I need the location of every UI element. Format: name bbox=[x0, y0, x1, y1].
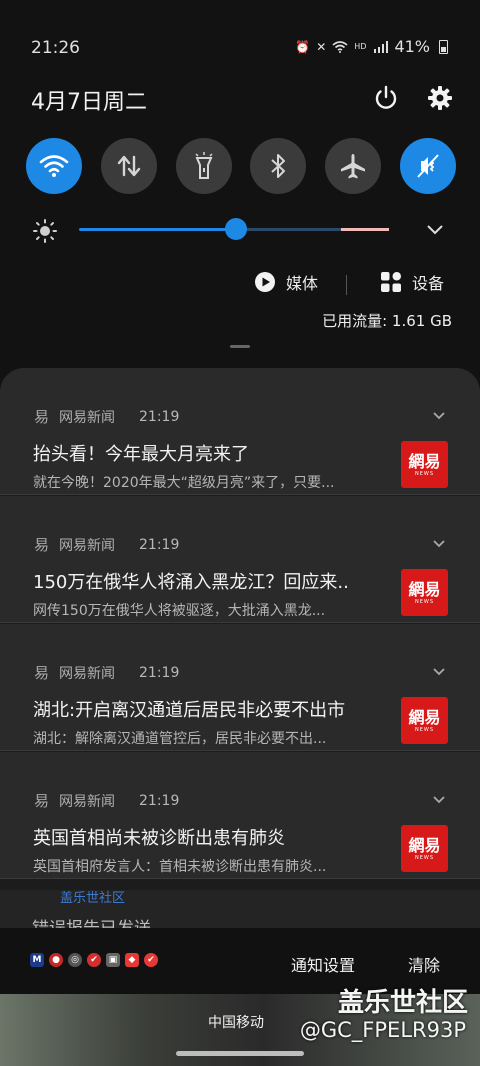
bluetooth-icon bbox=[271, 154, 286, 178]
play-icon bbox=[255, 272, 275, 292]
notification-time: 21:19 bbox=[139, 408, 180, 425]
notification-header: 易 网易新闻 21:19 bbox=[34, 534, 179, 555]
devices-button[interactable]: 设备 bbox=[380, 270, 444, 294]
netease-app-icon: 易 bbox=[34, 408, 50, 426]
notification-panel: 易 网易新闻 21:19 抬头看！今年最大月亮来了 就在今晚！2020年最大“超… bbox=[0, 368, 480, 928]
brightness-track bbox=[237, 228, 347, 231]
divider bbox=[346, 275, 347, 295]
chevron-down-icon[interactable] bbox=[426, 223, 444, 235]
qs-bluetooth-button[interactable] bbox=[250, 138, 307, 194]
notification-body: 网传150万在俄华人将被驱逐，大批涌入黑龙... bbox=[33, 603, 326, 619]
media-button[interactable]: 媒体 bbox=[254, 270, 318, 294]
netease-news-thumbnail: 網易 NEWS bbox=[401, 441, 448, 488]
notification-settings-button[interactable]: 通知设置 bbox=[291, 952, 355, 976]
alarm-icon: ⏰ bbox=[295, 39, 311, 54]
brightness-fill bbox=[79, 228, 237, 231]
stacked-notification-peek[interactable]: 盖乐世社区 错误报告已发送 bbox=[0, 890, 480, 928]
qs-flashlight-button[interactable] bbox=[175, 138, 232, 194]
brightness-thumb[interactable] bbox=[225, 218, 247, 240]
notification-header: 易 网易新闻 21:19 bbox=[34, 406, 179, 427]
notification-app-name: 网易新闻 bbox=[59, 665, 116, 682]
netease-news-thumbnail: 網易 NEWS bbox=[401, 697, 448, 744]
notification-card[interactable]: 易 网易新闻 21:19 英国首相尚未被诊断出患有肺炎 英国首相府发言人：首相未… bbox=[0, 752, 480, 879]
notification-card[interactable]: 易 网易新闻 21:19 抬头看！今年最大月亮来了 就在今晚！2020年最大“超… bbox=[0, 368, 480, 495]
status-icons: ⏰ ✕ HD 41% bbox=[295, 37, 448, 56]
netease-app-icon: 易 bbox=[34, 536, 50, 554]
notification-app-name: 网易新闻 bbox=[59, 409, 116, 426]
notification-body: 湖北：解除离汉通道管控后，居民非必要不出... bbox=[33, 731, 327, 747]
data-usage-text: 已用流量: 1.61 GB bbox=[322, 312, 452, 330]
notification-title: 150万在俄华人将涌入黑龙江？回应来.. bbox=[33, 572, 349, 593]
app-icon: ✔ bbox=[144, 953, 158, 967]
flashlight-icon bbox=[195, 152, 213, 179]
expand-chevron-icon[interactable] bbox=[432, 536, 446, 550]
netease-app-icon: 易 bbox=[34, 664, 50, 682]
clear-button[interactable]: 清除 bbox=[408, 952, 440, 976]
gallery-icon: ▣ bbox=[106, 953, 120, 967]
qs-sound-button[interactable] bbox=[399, 138, 456, 194]
notification-header: 易 网易新闻 21:19 bbox=[34, 790, 179, 811]
settings-icon bbox=[428, 86, 452, 110]
brightness-icon bbox=[33, 219, 57, 243]
notification-title: 湖北:开启离汉通道后居民非必要不出市 bbox=[33, 700, 346, 721]
netease-news-thumbnail: 網易 NEWS bbox=[401, 825, 448, 872]
date-label: 4月7日周二 bbox=[31, 90, 147, 115]
drag-handle[interactable] bbox=[230, 345, 250, 348]
media-device-row: 媒体 设备 bbox=[0, 270, 480, 300]
notification-title: 抬头看！今年最大月亮来了 bbox=[33, 444, 249, 465]
brightness-warn-zone bbox=[341, 228, 389, 231]
power-icon bbox=[375, 85, 397, 109]
notification-time: 21:19 bbox=[139, 792, 180, 809]
carrier-label: 中国移动 bbox=[208, 1015, 264, 1031]
qs-wifi-button[interactable] bbox=[26, 138, 82, 194]
app-icon-strip: M ● ◎ ✔ ▣ ◆ ✔ bbox=[30, 953, 158, 967]
status-time: 21:26 bbox=[31, 38, 80, 58]
qs-mobile-data-button[interactable] bbox=[100, 138, 157, 194]
notification-body: 就在今晚！2020年最大“超级月亮”来了，只要... bbox=[33, 475, 335, 491]
brightness-row bbox=[30, 215, 450, 245]
watermark-title: 盖乐世社区 bbox=[337, 988, 468, 1018]
media-label: 媒体 bbox=[286, 274, 319, 293]
devices-label: 设备 bbox=[412, 274, 445, 293]
peek-message: 错误报告已发送 bbox=[32, 914, 151, 928]
notification-app-name: 网易新闻 bbox=[59, 537, 116, 554]
notification-header: 易 网易新闻 21:19 bbox=[34, 662, 179, 683]
netease-app-icon: 易 bbox=[34, 792, 50, 810]
airplane-icon bbox=[341, 154, 366, 179]
hd-icon: HD bbox=[354, 42, 367, 51]
qs-airplane-button[interactable] bbox=[325, 138, 382, 194]
power-button[interactable] bbox=[372, 84, 402, 114]
4g-signal-icon bbox=[374, 40, 389, 53]
app-icon: ● bbox=[49, 953, 63, 967]
battery-icon bbox=[439, 39, 448, 54]
notification-card[interactable]: 易 网易新闻 21:19 湖北:开启离汉通道后居民非必要不出市 湖北：解除离汉通… bbox=[0, 624, 480, 751]
notification-title: 英国首相尚未被诊断出患有肺炎 bbox=[33, 828, 285, 849]
app-icon: ✔ bbox=[87, 953, 101, 967]
home-gesture-bar[interactable] bbox=[176, 1051, 304, 1056]
app-icon: ◆ bbox=[125, 953, 139, 967]
wifi-icon bbox=[332, 40, 348, 53]
expand-chevron-icon[interactable] bbox=[432, 664, 446, 678]
data-arrows-icon bbox=[117, 155, 140, 177]
notification-body: 英国首相府发言人：首相未被诊断出患有肺炎... bbox=[33, 859, 327, 875]
quick-settings-row bbox=[26, 138, 456, 194]
battery-percent: 41% bbox=[394, 37, 430, 56]
watermark-handle: @GC_FPELR93P bbox=[299, 1018, 466, 1042]
notification-time: 21:19 bbox=[139, 536, 180, 553]
devices-grid-icon bbox=[381, 272, 401, 292]
mail-app-icon: M bbox=[30, 953, 44, 967]
wifi-icon bbox=[39, 155, 69, 177]
vibrate-off-icon: ✕ bbox=[316, 39, 327, 54]
notification-time: 21:19 bbox=[139, 664, 180, 681]
peek-source: 盖乐世社区 bbox=[60, 891, 126, 906]
status-bar: 21:26 ⏰ ✕ HD 41% bbox=[0, 0, 480, 96]
netease-news-thumbnail: 網易 NEWS bbox=[401, 569, 448, 616]
notification-app-name: 网易新闻 bbox=[59, 793, 116, 810]
expand-chevron-icon[interactable] bbox=[432, 792, 446, 806]
notification-card[interactable]: 易 网易新闻 21:19 150万在俄华人将涌入黑龙江？回应来.. 网传150万… bbox=[0, 496, 480, 623]
expand-chevron-icon[interactable] bbox=[432, 408, 446, 422]
app-icon: ◎ bbox=[68, 953, 82, 967]
settings-button[interactable] bbox=[426, 84, 456, 114]
mute-icon bbox=[417, 154, 439, 178]
